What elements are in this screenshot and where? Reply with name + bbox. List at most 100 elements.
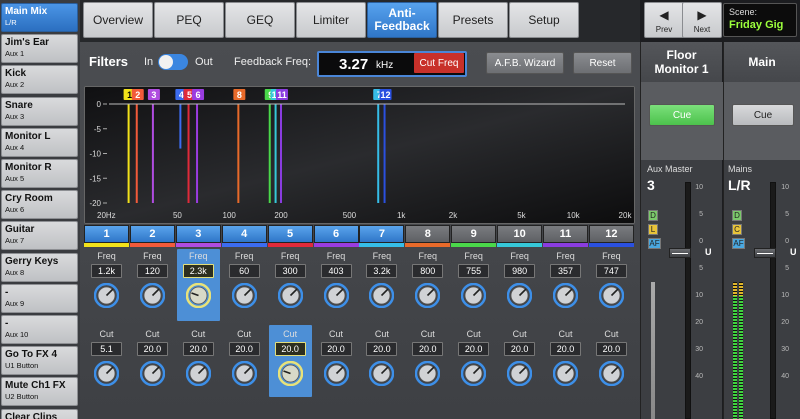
cut-value[interactable]: 20.0 bbox=[136, 342, 168, 356]
cut-knob[interactable] bbox=[323, 361, 349, 386]
prev-button[interactable]: ◀ Prev bbox=[644, 2, 684, 38]
reset-button[interactable]: Reset bbox=[573, 52, 632, 74]
filter-graph[interactable]: 0 -5 -10 -15 -20 20Hz 50 100 200 500 1k 2k 5k 10k 20k 1… bbox=[84, 86, 635, 224]
freq-knob[interactable] bbox=[139, 283, 165, 308]
cut-value[interactable]: 20.0 bbox=[274, 342, 306, 356]
afb-wizard-button[interactable]: A.F.B. Wizard bbox=[486, 52, 564, 74]
freq-value[interactable]: 60 bbox=[228, 264, 260, 278]
cut-label: Cut bbox=[512, 329, 527, 339]
freq-knob[interactable] bbox=[323, 283, 349, 308]
tab-peq[interactable]: PEQ bbox=[154, 2, 224, 38]
mix-item[interactable]: Cry Room Aux 6 bbox=[1, 190, 78, 220]
freq-value[interactable]: 980 bbox=[504, 264, 536, 278]
freq-knob[interactable] bbox=[415, 283, 441, 308]
cut-value[interactable]: 20.0 bbox=[550, 342, 581, 356]
cut-value[interactable]: 20.0 bbox=[458, 342, 490, 356]
cut-value[interactable]: 20.0 bbox=[366, 342, 398, 356]
main-cue-button[interactable]: Cue bbox=[732, 104, 794, 126]
cut-knob[interactable] bbox=[139, 361, 165, 386]
monitor-strip: Floor Monitor 1 Cue Aux Master 3 D L AF 10 5… bbox=[640, 42, 723, 419]
filter-number-button[interactable]: 4 bbox=[221, 225, 267, 243]
mix-item[interactable]: Go To FX 4 U1 Button bbox=[1, 346, 78, 376]
filter-number-button[interactable]: 6 bbox=[313, 225, 359, 243]
mix-item[interactable]: Guitar Aux 7 bbox=[1, 221, 78, 251]
cut-value[interactable]: 20.0 bbox=[228, 342, 260, 356]
cut-value[interactable]: 20.0 bbox=[182, 342, 214, 356]
fader-cap[interactable] bbox=[669, 248, 691, 258]
tab-geq[interactable]: GEQ bbox=[225, 2, 295, 38]
mix-item[interactable]: Kick Aux 2 bbox=[1, 65, 78, 95]
fader-cap[interactable] bbox=[754, 248, 776, 258]
next-button[interactable]: ▶ Next bbox=[682, 2, 722, 38]
filter-number-button[interactable]: 3 bbox=[175, 225, 221, 243]
tab-overview[interactable]: Overview bbox=[83, 2, 153, 38]
filter-number-button[interactable]: 5 bbox=[267, 225, 313, 243]
freq-value[interactable]: 747 bbox=[595, 264, 627, 278]
freq-value[interactable]: 755 bbox=[458, 264, 490, 278]
filter-number-button[interactable]: 11 bbox=[543, 225, 588, 243]
freq-knob[interactable] bbox=[277, 283, 303, 308]
filter-number-button[interactable]: 9 bbox=[451, 225, 497, 243]
filter-number-button[interactable]: 10 bbox=[497, 225, 543, 243]
filter-number-button[interactable]: 7 bbox=[359, 225, 405, 243]
mix-item[interactable]: Main Mix L/R bbox=[1, 3, 78, 32]
tab-limiter[interactable]: Limiter bbox=[296, 2, 366, 38]
freq-knob[interactable] bbox=[461, 283, 487, 308]
cut-knob[interactable] bbox=[598, 361, 624, 386]
cut-knob[interactable] bbox=[553, 361, 578, 386]
freq-value[interactable]: 2.3k bbox=[182, 264, 214, 278]
filter-number-button[interactable]: 12 bbox=[588, 225, 634, 243]
cut-value[interactable]: 20.0 bbox=[504, 342, 536, 356]
mix-item[interactable]: Clear Clips bbox=[1, 408, 78, 419]
freq-knob[interactable] bbox=[231, 283, 257, 308]
freq-value[interactable]: 357 bbox=[550, 264, 581, 278]
scene-display[interactable]: Scene: Friday Gig bbox=[723, 3, 797, 37]
monitor-cue-button[interactable]: Cue bbox=[649, 104, 715, 126]
filter-number-button[interactable]: 1 bbox=[84, 225, 129, 243]
fader-scale-label: 40 bbox=[695, 373, 703, 380]
freq-knob[interactable] bbox=[553, 283, 578, 308]
filter-flag-label: 8 bbox=[237, 90, 242, 100]
freq-value[interactable]: 120 bbox=[136, 264, 168, 278]
mix-item[interactable]: Gerry Keys Aux 8 bbox=[1, 252, 78, 282]
cut-value[interactable]: 20.0 bbox=[595, 342, 627, 356]
tab-anti-feedback[interactable]: Anti- Feedback bbox=[367, 2, 437, 38]
cut-knob[interactable] bbox=[461, 361, 487, 386]
cut-knob[interactable] bbox=[415, 361, 441, 386]
cut-knob[interactable] bbox=[277, 361, 303, 386]
freq-knob[interactable] bbox=[507, 283, 533, 308]
mix-item[interactable]: Monitor L Aux 4 bbox=[1, 127, 78, 157]
filter-number-button[interactable]: 2 bbox=[129, 225, 175, 243]
cut-value[interactable]: 20.0 bbox=[320, 342, 352, 356]
freq-knob[interactable] bbox=[369, 283, 395, 308]
freq-value[interactable]: 1.2k bbox=[91, 264, 122, 278]
cut-freq-button[interactable]: Cut Freq bbox=[414, 53, 464, 73]
filter-color-bar bbox=[405, 243, 451, 247]
cut-knob[interactable] bbox=[507, 361, 533, 386]
filters-toggle[interactable] bbox=[158, 54, 188, 70]
cut-label: Cut bbox=[237, 329, 252, 339]
freq-knob[interactable] bbox=[94, 283, 119, 308]
freq-knob[interactable] bbox=[185, 283, 211, 308]
freq-value[interactable]: 800 bbox=[412, 264, 444, 278]
mix-item[interactable]: Mute Ch1 FX U2 Button bbox=[1, 377, 78, 407]
cut-knob[interactable] bbox=[231, 361, 257, 386]
cut-value[interactable]: 20.0 bbox=[412, 342, 444, 356]
freq-value[interactable]: 300 bbox=[274, 264, 306, 278]
filter-number-button[interactable]: 8 bbox=[405, 225, 451, 243]
cut-knob[interactable] bbox=[185, 361, 211, 386]
cut-knob[interactable] bbox=[94, 361, 119, 386]
tab-presets[interactable]: Presets bbox=[438, 2, 508, 38]
badge-af: AF bbox=[732, 238, 745, 249]
cut-value[interactable]: 5.1 bbox=[91, 342, 122, 356]
mix-item[interactable]: Jim's Ear Aux 1 bbox=[1, 34, 78, 64]
mix-item[interactable]: - Aux 9 bbox=[1, 283, 78, 313]
freq-value[interactable]: 403 bbox=[320, 264, 352, 278]
cut-knob[interactable] bbox=[369, 361, 395, 386]
mix-item[interactable]: - Aux 10 bbox=[1, 315, 78, 344]
tab-setup[interactable]: Setup bbox=[509, 2, 579, 38]
freq-knob[interactable] bbox=[598, 283, 624, 308]
mix-item[interactable]: Monitor R Aux 5 bbox=[1, 159, 78, 188]
mix-item[interactable]: Snare Aux 3 bbox=[1, 96, 78, 126]
freq-value[interactable]: 3.2k bbox=[366, 264, 398, 278]
